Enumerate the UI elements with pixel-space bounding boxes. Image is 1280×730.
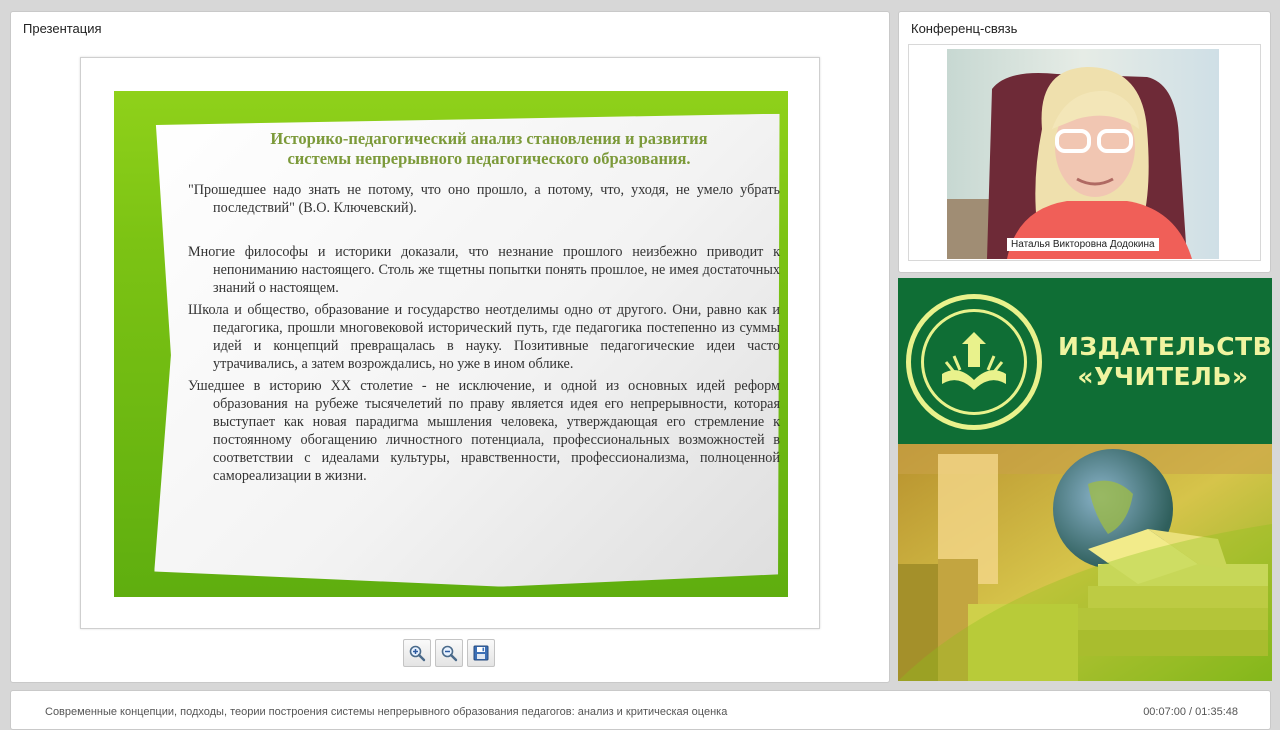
slide-background: Историко-педагогический анализ становлен… (114, 91, 788, 597)
lecture-title: Современные концепции, подходы, теории п… (45, 706, 728, 718)
slide-paragraph: Ушедшее в историю XX столетие - не исклю… (188, 378, 780, 484)
slide-viewer: Историко-педагогический анализ становлен… (80, 57, 820, 629)
publisher-banner-header: ИЗДАТЕЛЬСТВО «УЧИТЕЛЬ» (898, 278, 1272, 444)
player-footer: Современные концепции, подходы, теории п… (10, 690, 1271, 730)
slide-quote: "Прошедшее надо знать не потому, что оно… (188, 182, 780, 216)
webcam-view: Наталья Викторовна Додокина (908, 44, 1261, 261)
slide-content: Историко-педагогический анализ становлен… (188, 129, 780, 485)
publisher-name-line2: «УЧИТЕЛЬ» (1077, 362, 1249, 391)
slide-paragraph: Многие философы и историки доказали, что… (188, 244, 780, 296)
publisher-logo (906, 294, 1042, 430)
slide-heading-line2: системы непрерывного педагогического обр… (287, 149, 691, 168)
zoom-in-button[interactable] (403, 639, 431, 667)
presentation-panel: Презентация Историко-педагогический анал… (10, 11, 890, 683)
playback-time: 00:07:00 / 01:35:48 (1143, 706, 1238, 718)
presentation-panel-title: Презентация (23, 21, 102, 36)
webcam-video (947, 49, 1219, 259)
slide-heading: Историко-педагогический анализ становлен… (188, 129, 780, 169)
slide-paragraph: Школа и общество, образование и государс… (188, 302, 780, 372)
zoom-out-button[interactable] (435, 639, 463, 667)
book-logo-icon (942, 332, 1006, 390)
publisher-banner: ИЗДАТЕЛЬСТВО «УЧИТЕЛЬ» (898, 278, 1272, 681)
publisher-name-line1: ИЗДАТЕЛЬСТВО (1058, 332, 1272, 361)
conference-panel-title: Конференц-связь (911, 21, 1018, 36)
publisher-name: ИЗДАТЕЛЬСТВО «УЧИТЕЛЬ» (1058, 332, 1272, 392)
zoom-in-icon (409, 645, 426, 662)
save-icon (473, 645, 489, 661)
conference-panel: Конференц-связь Наталья Викторовна Додок… (898, 11, 1271, 273)
slide-toolbar (403, 639, 495, 667)
save-button[interactable] (467, 639, 495, 667)
banner-books-image (898, 444, 1272, 681)
zoom-out-icon (441, 645, 458, 662)
speaker-name-label: Наталья Викторовна Додокина (1007, 238, 1159, 251)
slide-heading-line1: Историко-педагогический анализ становлен… (270, 129, 708, 148)
